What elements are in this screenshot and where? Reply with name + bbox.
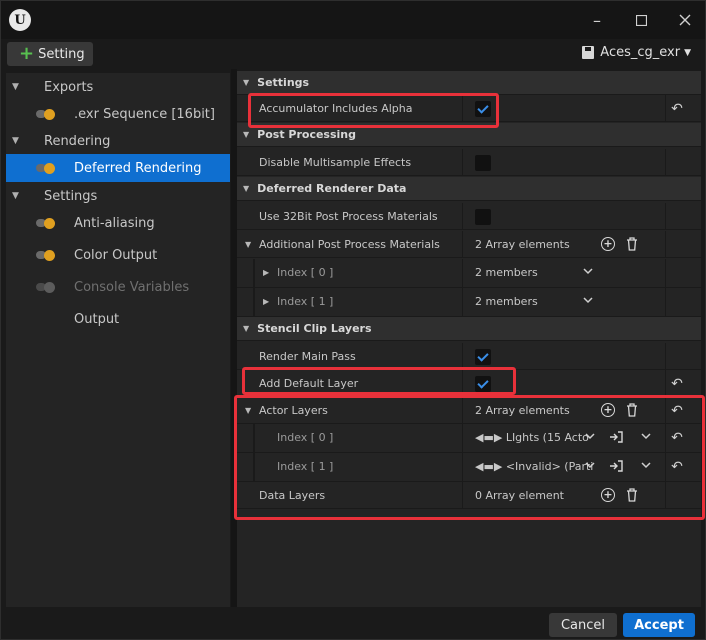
- category-stencil-clip-layers[interactable]: ▼ Stencil Clip Layers: [237, 317, 701, 341]
- tree-item-anti-aliasing[interactable]: Anti-aliasing: [6, 209, 230, 237]
- enable-toggle[interactable]: [36, 218, 58, 229]
- details-panel: ▼ Settings Accumulator Includes Alpha ↶ …: [237, 71, 701, 607]
- add-setting-button[interactable]: + Setting: [7, 42, 93, 66]
- accept-button[interactable]: Accept: [623, 613, 695, 637]
- maximize-icon[interactable]: [631, 10, 651, 30]
- tree-label: Deferred Rendering: [74, 160, 202, 176]
- tree-category-settings[interactable]: ▼ Settings: [6, 182, 230, 210]
- collapse-arrow-icon[interactable]: ▼: [243, 324, 249, 333]
- save-icon: [582, 46, 595, 59]
- tree-label: Color Output: [74, 247, 158, 263]
- settings-tree: ▼ Exports .exr Sequence [16bit] ▼ Render…: [6, 73, 230, 607]
- struct-members: 2 members: [475, 295, 538, 308]
- expand-arrow-icon[interactable]: ▶: [263, 297, 269, 306]
- collapse-arrow-icon[interactable]: ▼: [243, 78, 249, 87]
- collapse-arrow-icon[interactable]: ▼: [245, 240, 251, 249]
- close-icon[interactable]: [675, 10, 695, 30]
- property-label: Render Main Pass: [259, 350, 356, 363]
- tree-item-deferred-rendering[interactable]: Deferred Rendering: [6, 154, 230, 182]
- tree-category-rendering[interactable]: ▼ Rendering: [6, 127, 230, 155]
- prop-ppm-index-0: ▶ Index [ 0 ] 2 members: [237, 259, 701, 288]
- unreal-logo-icon: U: [9, 9, 31, 31]
- category-label: Settings: [257, 76, 310, 89]
- tree-label: Exports: [44, 79, 94, 95]
- preset-selector[interactable]: Aces_cg_exr ▼: [582, 45, 691, 60]
- property-label: Index [ 0 ]: [277, 266, 334, 279]
- cancel-button[interactable]: Cancel: [549, 613, 617, 637]
- tree-item-output[interactable]: Output: [6, 305, 230, 333]
- property-label: Use 32Bit Post Process Materials: [259, 210, 438, 223]
- category-label: Post Processing: [257, 128, 357, 141]
- tree-label: Output: [74, 311, 120, 327]
- preset-name: Aces_cg_exr: [600, 45, 681, 60]
- array-count: 2 Array elements: [475, 238, 570, 251]
- tree-label: .exr Sequence [16bit]: [74, 106, 215, 122]
- enable-toggle[interactable]: [36, 282, 58, 293]
- prop-disable-msaa: Disable Multisample Effects: [237, 149, 701, 176]
- enable-toggle[interactable]: [36, 109, 58, 120]
- collapse-arrow-icon[interactable]: ▼: [12, 136, 19, 146]
- reset-to-default-icon[interactable]: ↶: [669, 376, 685, 392]
- chevron-down-icon[interactable]: [583, 296, 593, 307]
- prop-render-main-pass: Render Main Pass: [237, 343, 701, 370]
- struct-members: 2 members: [475, 266, 538, 279]
- collapse-arrow-icon[interactable]: ▼: [243, 130, 249, 139]
- enable-toggle[interactable]: [36, 163, 58, 174]
- category-label: Stencil Clip Layers: [257, 322, 372, 335]
- minimize-icon[interactable]: –: [587, 10, 607, 30]
- tree-item-exr-sequence[interactable]: .exr Sequence [16bit]: [6, 100, 230, 128]
- tree-label: Anti-aliasing: [74, 215, 155, 231]
- dropdown-caret-icon: ▼: [684, 47, 691, 58]
- collapse-arrow-icon[interactable]: ▼: [12, 82, 19, 92]
- property-label: Index [ 1 ]: [277, 295, 334, 308]
- tree-item-color-output[interactable]: Color Output: [6, 241, 230, 269]
- tree-label: Console Variables: [74, 279, 190, 295]
- title-bar: U –: [1, 1, 705, 39]
- disable-msaa-checkbox[interactable]: [475, 155, 491, 171]
- tree-item-console-variables[interactable]: Console Variables: [6, 273, 230, 301]
- prop-additional-ppm: ▼ Additional Post Process Materials 2 Ar…: [237, 231, 701, 258]
- movie-render-settings-window: U – + Setting Aces_cg_exr ▼ ▼ Exports .e…: [0, 0, 706, 640]
- trash-icon[interactable]: [625, 237, 639, 251]
- category-deferred-renderer-data[interactable]: ▼ Deferred Renderer Data: [237, 177, 701, 201]
- prop-use-32bit: Use 32Bit Post Process Materials: [237, 203, 701, 230]
- prop-ppm-index-1: ▶ Index [ 1 ] 2 members: [237, 288, 701, 317]
- category-label: Deferred Renderer Data: [257, 182, 407, 195]
- expand-arrow-icon[interactable]: ▶: [263, 268, 269, 277]
- collapse-arrow-icon[interactable]: ▼: [12, 191, 19, 201]
- render-main-pass-checkbox[interactable]: [475, 349, 491, 365]
- category-settings[interactable]: ▼ Settings: [237, 71, 701, 95]
- highlight-actor-layers: [234, 395, 705, 520]
- highlight-add-default-layer: [242, 367, 516, 395]
- toolbar: + Setting Aces_cg_exr ▼: [1, 39, 705, 69]
- plus-icon: +: [19, 43, 35, 64]
- tree-label: Settings: [44, 188, 98, 204]
- collapse-arrow-icon[interactable]: ▼: [243, 184, 249, 193]
- property-label: Disable Multisample Effects: [259, 156, 412, 169]
- chevron-down-icon[interactable]: [583, 267, 593, 278]
- footer: Cancel Accept: [1, 607, 705, 639]
- add-element-icon[interactable]: +: [601, 237, 615, 251]
- reset-to-default-icon[interactable]: ↶: [669, 101, 685, 117]
- property-label: Additional Post Process Materials: [259, 238, 440, 251]
- tree-category-exports[interactable]: ▼ Exports: [6, 73, 230, 101]
- add-setting-label: Setting: [38, 46, 85, 62]
- enable-toggle[interactable]: [36, 250, 58, 261]
- highlight-accumulator-alpha: [248, 93, 499, 128]
- tree-label: Rendering: [44, 133, 111, 149]
- use-32bit-checkbox[interactable]: [475, 209, 491, 225]
